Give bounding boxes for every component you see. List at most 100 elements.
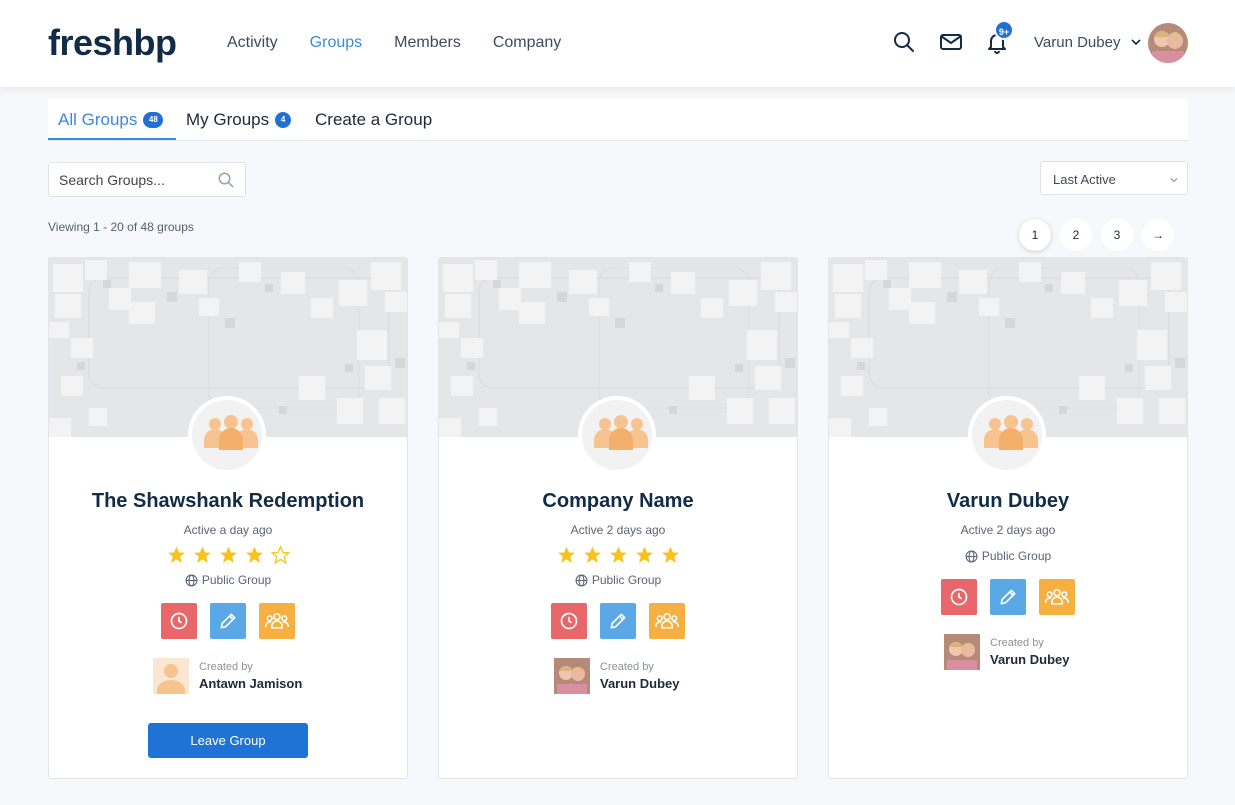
group-type: Public Group — [49, 573, 407, 587]
group-rating — [49, 545, 407, 565]
group-creator: Created by Varun Dubey — [554, 658, 679, 694]
sort-selected-value: Last Active — [1053, 172, 1116, 187]
page-3[interactable]: 3 — [1101, 219, 1133, 251]
group-type-label: Public Group — [591, 573, 662, 587]
tab-create-group[interactable]: Create a Group — [315, 110, 432, 130]
envelope-icon[interactable] — [939, 30, 963, 54]
users-icon — [655, 612, 679, 629]
globe-icon — [965, 550, 978, 562]
star-filled-icon — [635, 546, 653, 563]
group-people-icon — [204, 415, 258, 450]
nav-groups[interactable]: Groups — [310, 34, 362, 52]
group-people-icon — [984, 415, 1038, 450]
pencil-icon — [610, 613, 626, 629]
site-header: freshbp Activity Groups Members Company … — [0, 0, 1235, 87]
nav-activity[interactable]: Activity — [227, 34, 278, 52]
group-tabs: All Groups 48 My Groups 4 Create a Group — [48, 99, 1188, 141]
group-actions — [439, 603, 797, 639]
edit-button[interactable] — [990, 579, 1026, 615]
users-icon — [1045, 588, 1069, 605]
main-nav: Activity Groups Members Company — [227, 34, 561, 52]
results-count: Viewing 1 - 20 of 48 groups — [48, 220, 194, 234]
edit-button[interactable] — [210, 603, 246, 639]
star-empty-icon — [270, 545, 290, 565]
search-input[interactable] — [59, 172, 209, 188]
group-actions — [829, 579, 1187, 615]
tab-label: All Groups — [58, 110, 138, 129]
site-logo[interactable]: freshbp — [48, 22, 177, 64]
created-by-label: Created by — [600, 661, 654, 673]
chevron-down-icon — [1170, 178, 1178, 183]
page-2[interactable]: 2 — [1060, 219, 1092, 251]
nav-members[interactable]: Members — [394, 34, 461, 52]
star-filled-icon — [193, 546, 211, 563]
search-icon[interactable] — [892, 30, 916, 54]
creator-avatar[interactable] — [554, 658, 590, 694]
group-creator: Created by Antawn Jamison — [153, 658, 302, 694]
pencil-icon — [1000, 589, 1016, 605]
nav-company[interactable]: Company — [493, 34, 561, 52]
group-avatar[interactable] — [578, 396, 656, 474]
tab-all-groups[interactable]: All Groups 48 — [58, 110, 164, 130]
group-last-active: Active 2 days ago — [570, 523, 666, 537]
star-filled-icon — [245, 546, 263, 563]
sort-select[interactable]: Last Active — [1040, 161, 1188, 195]
group-title[interactable]: Varun Dubey — [829, 490, 1187, 513]
star-filled-icon — [583, 546, 601, 563]
group-card: Company Name Active 2 days ago Public Gr… — [438, 257, 798, 779]
star-filled-icon — [557, 546, 575, 563]
group-card: Varun Dubey Active 2 days ago Public Gro… — [828, 257, 1188, 779]
group-avatar[interactable] — [188, 396, 266, 474]
globe-icon — [185, 574, 198, 586]
count-badge: 4 — [275, 112, 292, 128]
members-button[interactable] — [1039, 579, 1075, 615]
tab-my-groups[interactable]: My Groups 4 — [186, 110, 292, 130]
group-avatar[interactable] — [968, 396, 1046, 474]
user-avatar[interactable] — [1148, 23, 1188, 63]
members-button[interactable] — [259, 603, 295, 639]
group-type: Public Group — [439, 573, 797, 587]
active-tab-indicator — [48, 138, 176, 140]
group-last-active: Active a day ago — [183, 523, 273, 537]
star-filled-icon — [219, 546, 237, 563]
creator-name[interactable]: Antawn Jamison — [199, 676, 302, 691]
group-type: Public Group — [829, 549, 1187, 563]
star-filled-icon — [609, 546, 627, 563]
activity-button[interactable] — [941, 579, 977, 615]
creator-avatar[interactable] — [153, 658, 189, 694]
page-1[interactable]: 1 — [1019, 219, 1051, 251]
clock-icon — [560, 612, 578, 630]
group-title[interactable]: Company Name — [439, 490, 797, 513]
edit-button[interactable] — [600, 603, 636, 639]
group-type-label: Public Group — [201, 573, 272, 587]
users-icon — [265, 612, 289, 629]
chevron-down-icon[interactable] — [1130, 36, 1142, 48]
tab-label: Create a Group — [315, 110, 433, 129]
created-by-label: Created by — [199, 661, 253, 673]
tab-label: My Groups — [186, 110, 270, 129]
user-menu-name[interactable]: Varun Dubey — [1034, 34, 1120, 51]
members-button[interactable] — [649, 603, 685, 639]
group-card: The Shawshank Redemption Active a day ag… — [48, 257, 408, 779]
next-page[interactable]: → — [1142, 219, 1174, 251]
group-search — [48, 162, 246, 197]
clock-icon — [950, 588, 968, 606]
clock-icon — [170, 612, 188, 630]
star-filled-icon — [167, 546, 185, 563]
pagination: 1 2 3 → — [1019, 219, 1174, 251]
count-badge: 48 — [143, 112, 164, 128]
group-last-active: Active 2 days ago — [960, 523, 1056, 537]
group-rating — [439, 545, 797, 565]
activity-button[interactable] — [161, 603, 197, 639]
creator-avatar[interactable] — [944, 634, 980, 670]
search-icon[interactable] — [217, 171, 235, 189]
group-title[interactable]: The Shawshank Redemption — [49, 490, 407, 513]
notification-badge: 9+ — [994, 20, 1014, 40]
star-filled-icon — [661, 546, 679, 563]
leave-group-button[interactable]: Leave Group — [148, 723, 308, 758]
creator-name[interactable]: Varun Dubey — [600, 676, 679, 691]
group-type-label: Public Group — [981, 549, 1052, 563]
group-creator: Created by Varun Dubey — [944, 634, 1069, 670]
activity-button[interactable] — [551, 603, 587, 639]
creator-name[interactable]: Varun Dubey — [990, 652, 1069, 667]
